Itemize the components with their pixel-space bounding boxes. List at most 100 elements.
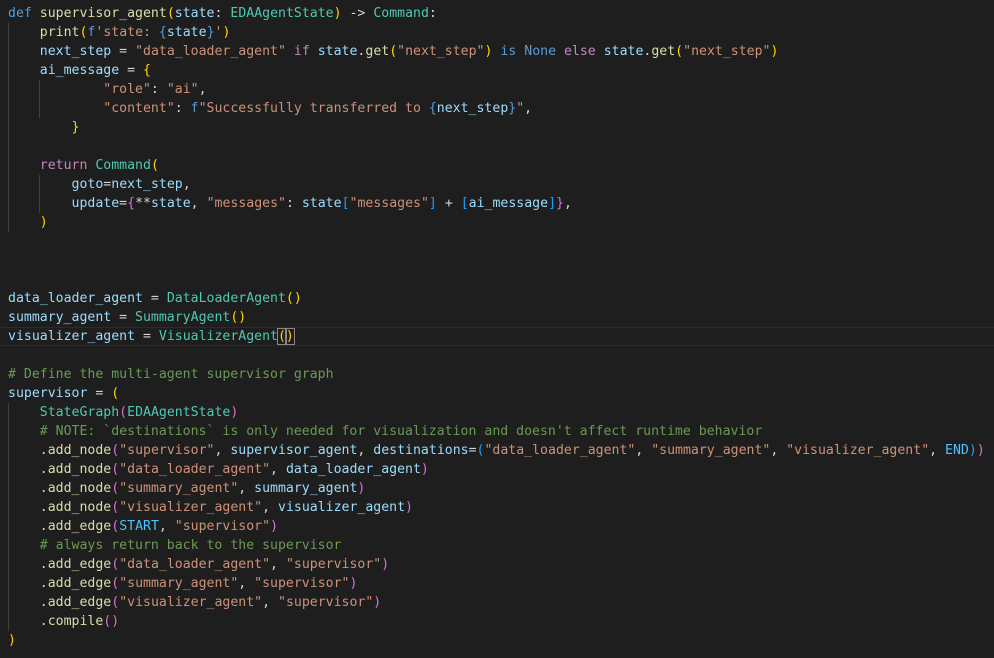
code-token: next_step <box>39 44 112 59</box>
code-token: EDAAgentState <box>230 6 334 21</box>
code-token: state <box>301 196 342 211</box>
code-editor[interactable]: def supervisor_agent(state: EDAAgentStat… <box>0 0 994 658</box>
code-line[interactable]: .add_edge("visualizer_agent", "superviso… <box>0 593 994 612</box>
indent-guide <box>8 61 9 80</box>
code-line[interactable]: def supervisor_agent(state: EDAAgentStat… <box>0 4 994 23</box>
code-token: () <box>103 614 120 629</box>
indent-guide <box>8 118 9 137</box>
indent-guide <box>39 194 40 213</box>
code-token: "next_step" <box>397 44 485 59</box>
code-token: ) <box>968 443 977 458</box>
code-token: "visualizer_agent" <box>119 500 263 515</box>
code-token: , <box>190 196 207 211</box>
code-token: ( <box>150 158 159 173</box>
code-token: "data_loader_agent" <box>119 462 271 477</box>
indent-guide <box>8 194 9 213</box>
code-line[interactable]: } <box>0 118 994 137</box>
code-token: state <box>166 25 207 40</box>
code-line[interactable] <box>0 270 994 289</box>
code-token: destinations <box>373 443 469 458</box>
code-token: add_node <box>47 481 112 496</box>
code-line[interactable]: "role": "ai", <box>0 80 994 99</box>
code-token: ( <box>119 405 128 420</box>
code-token: = <box>87 386 112 401</box>
code-token: ) <box>357 481 366 496</box>
code-line[interactable]: # always return back to the supervisor <box>0 536 994 555</box>
code-token: compile <box>47 614 104 629</box>
code-token: . <box>8 500 48 515</box>
code-token: ai_message <box>468 196 549 211</box>
code-token: [ <box>460 196 469 211</box>
code-token: # NOTE: `destinations` is only needed fo… <box>39 424 763 439</box>
code-line[interactable]: .add_node("visualizer_agent", visualizer… <box>0 498 994 517</box>
code-token: ) <box>349 576 358 591</box>
code-token: ] <box>428 196 437 211</box>
code-token: { <box>158 25 167 40</box>
code-line[interactable]: ai_message = { <box>0 61 994 80</box>
code-token: , <box>563 196 572 211</box>
code-token: return <box>39 158 88 173</box>
indent-guide <box>39 80 40 99</box>
code-line[interactable]: .compile() <box>0 612 994 631</box>
code-line[interactable]: .add_edge("data_loader_agent", "supervis… <box>0 555 994 574</box>
code-token: ) <box>39 215 48 230</box>
code-line[interactable]: .add_edge(START, "supervisor") <box>0 517 994 536</box>
indent-guide <box>8 593 9 612</box>
code-token: ( <box>111 576 120 591</box>
indent-guide <box>8 441 9 460</box>
code-line[interactable]: # NOTE: `destinations` is only needed fo… <box>0 422 994 441</box>
code-line[interactable]: print(f'state: {state}') <box>0 23 994 42</box>
code-line[interactable]: ) <box>0 631 994 650</box>
code-token: state <box>150 196 191 211</box>
code-token: supervisor <box>8 386 88 401</box>
code-line[interactable]: ) <box>0 213 994 232</box>
code-line[interactable]: visualizer_agent = VisualizerAgent() <box>0 327 994 346</box>
code-line[interactable]: goto=next_step, <box>0 175 994 194</box>
code-line[interactable] <box>0 232 994 251</box>
code-line[interactable]: .add_node("supervisor", supervisor_agent… <box>0 441 994 460</box>
code-token: "data_loader_agent" <box>135 44 286 59</box>
code-line[interactable]: data_loader_agent = DataLoaderAgent() <box>0 289 994 308</box>
code-token: SummaryAgent <box>135 310 231 325</box>
indent-guide <box>8 479 9 498</box>
code-line[interactable]: return Command( <box>0 156 994 175</box>
code-line[interactable]: .add_node("summary_agent", summary_agent… <box>0 479 994 498</box>
code-line[interactable]: supervisor = ( <box>0 384 994 403</box>
code-token: else <box>563 44 596 59</box>
indent-guide <box>8 156 9 175</box>
code-token: goto <box>71 177 104 192</box>
indent-guide <box>8 517 9 536</box>
code-line[interactable]: .add_edge("summary_agent", "supervisor") <box>0 574 994 593</box>
code-token: "ai" <box>166 82 199 97</box>
code-token: "summary_agent" <box>119 481 239 496</box>
code-line[interactable] <box>0 346 994 365</box>
code-line[interactable]: # Define the multi-agent supervisor grap… <box>0 365 994 384</box>
code-token: ( <box>276 328 287 345</box>
code-line[interactable]: next_step = "data_loader_agent" if state… <box>0 42 994 61</box>
code-line[interactable]: StateGraph(EDAAgentState) <box>0 403 994 422</box>
code-line[interactable]: .add_node("data_loader_agent", data_load… <box>0 460 994 479</box>
code-token: = <box>142 291 167 306</box>
code-token: ( <box>166 6 175 21</box>
code-token: ( <box>111 462 120 477</box>
code-token: "supervisor" <box>285 557 382 572</box>
code-line[interactable]: "content": f"Successfully transferred to… <box>0 99 994 118</box>
code-line[interactable]: update={**state, "messages": state["mess… <box>0 194 994 213</box>
code-line[interactable] <box>0 251 994 270</box>
indent-guide <box>8 574 9 593</box>
indent-guide <box>8 460 9 479</box>
code-token: : <box>214 6 231 21</box>
code-token: "supervisor" <box>254 576 350 591</box>
code-line[interactable] <box>0 137 994 156</box>
code-token: "visualizer_agent" <box>119 595 263 610</box>
code-token: add_edge <box>47 519 112 534</box>
code-token: data_loader_agent <box>285 462 421 477</box>
code-line[interactable]: summary_agent = SummaryAgent() <box>0 308 994 327</box>
code-token: : <box>150 82 167 97</box>
code-token: . <box>8 519 48 534</box>
